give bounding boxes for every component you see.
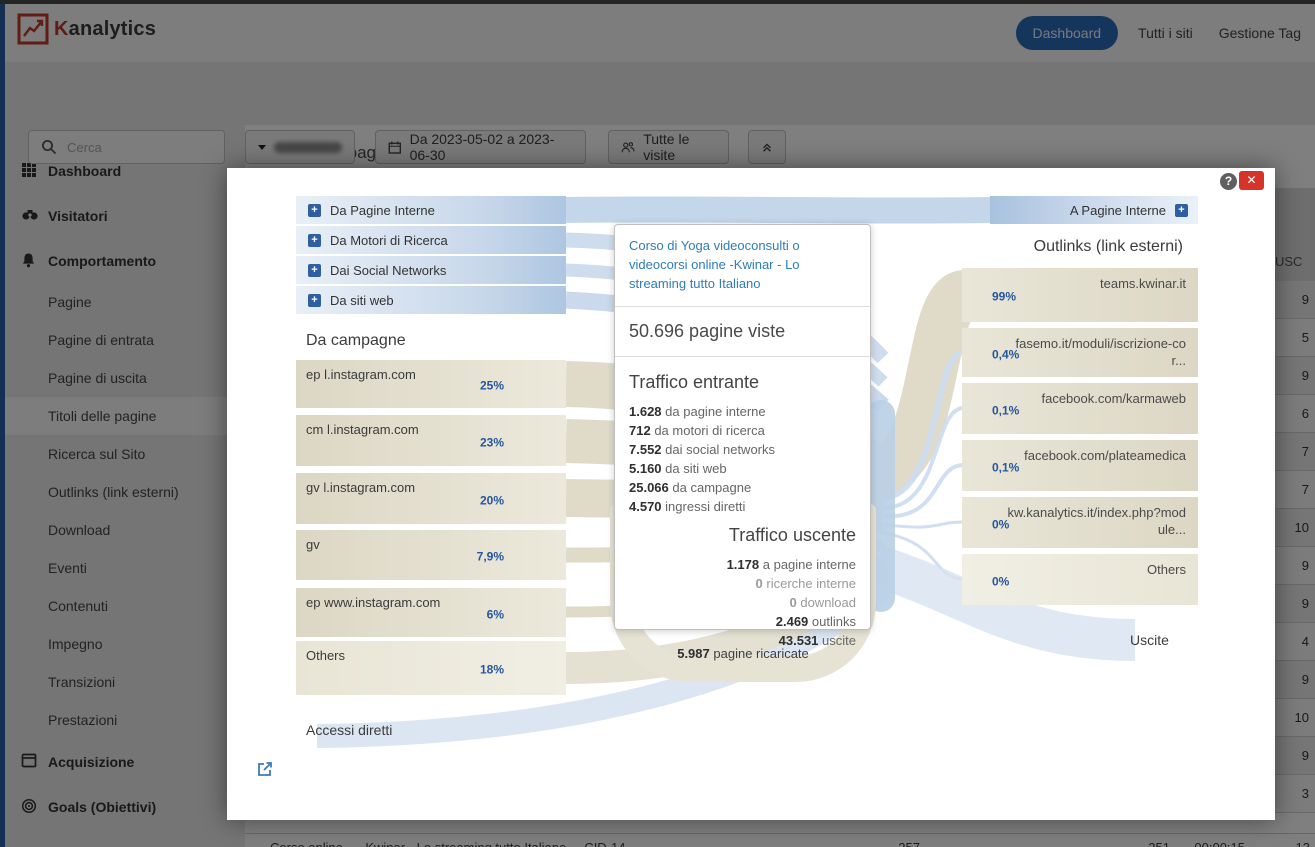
source-websites[interactable]: + Da siti web	[296, 286, 566, 314]
outgoing-traffic: Traffico uscente 1.178 a pagine interne …	[615, 518, 870, 652]
percent-value: 25%	[479, 378, 504, 393]
campaign-item[interactable]: cm l.instagram.com 23%	[296, 415, 566, 466]
campaign-item[interactable]: gv l.instagram.com 20%	[296, 473, 566, 524]
source-social-networks[interactable]: + Dai Social Networks	[296, 256, 566, 284]
target-internal-pages[interactable]: A Pagine Interne +	[990, 196, 1198, 224]
incoming-row: 7.552 dai social networks	[629, 441, 775, 457]
percent-value: 99%	[992, 289, 1017, 304]
outgoing-row: 2.469 outlinks	[775, 613, 856, 629]
percent-value: 18%	[479, 662, 504, 677]
incoming-row: 712 da motori di ricerca	[629, 422, 765, 438]
incoming-title: Traffico entrante	[629, 371, 760, 392]
help-icon[interactable]: ?	[1220, 173, 1237, 190]
expand-icon[interactable]: +	[308, 203, 321, 217]
expand-icon[interactable]: +	[308, 263, 321, 277]
campaign-item-others[interactable]: Others 18%	[296, 641, 566, 695]
outgoing-title: Traffico uscente	[728, 524, 856, 545]
pageviews-total: 50.696 pagine viste	[615, 307, 870, 357]
campaign-item[interactable]: ep www.instagram.com 6%	[296, 588, 566, 637]
percent-value: 23%	[479, 435, 504, 450]
outlink-item[interactable]: kw.kanalytics.it/index.php?module... 0%	[962, 497, 1198, 548]
outgoing-row: 0 ricerche interne	[755, 575, 856, 591]
page-reloads: 5.987 pagine ricaricate	[677, 646, 809, 661]
outlink-item[interactable]: facebook.com/plateamedica 0,1%	[962, 440, 1198, 491]
outlink-item[interactable]: teams.kwinar.it 99%	[962, 268, 1198, 322]
outlink-item[interactable]: fasemo.it/moduli/iscrizione-cor... 0,4%	[962, 328, 1198, 377]
incoming-row: 25.066 da campagne	[629, 479, 752, 495]
percent-value: 0,4%	[992, 347, 1020, 362]
percent-value: 20%	[479, 493, 504, 508]
campaign-item[interactable]: ep l.instagram.com 25%	[296, 360, 566, 408]
exits-label: Uscite	[1130, 632, 1169, 648]
close-icon[interactable]: ✕	[1239, 171, 1264, 190]
incoming-traffic: Traffico entrante 1.628 da pagine intern…	[615, 357, 870, 518]
campaign-item[interactable]: gv 7,9%	[296, 530, 566, 580]
incoming-row: 1.628 da pagine interne	[629, 403, 766, 419]
percent-value: 0%	[992, 517, 1010, 532]
outlinks-title: Outlinks (link esterni)	[1033, 238, 1183, 255]
incoming-row: 4.570 ingressi diretti	[629, 498, 746, 514]
outlink-item[interactable]: facebook.com/karmaweb 0,1%	[962, 383, 1198, 434]
percent-value: 7,9%	[476, 549, 504, 564]
outgoing-row: 1.178 a pagine interne	[726, 556, 856, 572]
percent-value: 0,1%	[992, 403, 1020, 418]
source-internal-pages[interactable]: + Da Pagine Interne	[296, 196, 566, 224]
expand-icon[interactable]: +	[308, 293, 321, 307]
export-icon[interactable]	[256, 760, 274, 783]
app-root: Kanalytics Dashboard Tutti i siti Gestio…	[0, 0, 1315, 847]
direct-entries-label: Accessi diretti	[306, 722, 393, 738]
percent-value: 0%	[992, 574, 1010, 589]
expand-icon[interactable]: +	[308, 233, 321, 247]
expand-icon[interactable]: +	[1175, 203, 1188, 217]
page-link[interactable]: Corso di Yoga videoconsulti o videocorsi…	[615, 225, 870, 307]
outgoing-row: 0 download	[789, 594, 856, 610]
transitions-modal: + Da Pagine Interne + Da Motori di Ricer…	[227, 168, 1275, 820]
outlink-item-others[interactable]: Others 0%	[962, 554, 1198, 605]
page-detail-panel: Corso di Yoga videoconsulti o videocorsi…	[614, 224, 871, 648]
source-search-engines[interactable]: + Da Motori di Ricerca	[296, 226, 566, 254]
percent-value: 0,1%	[992, 460, 1020, 475]
percent-value: 6%	[486, 607, 504, 622]
campaigns-title: Da campagne	[306, 332, 406, 349]
incoming-row: 5.160 da siti web	[629, 460, 727, 476]
